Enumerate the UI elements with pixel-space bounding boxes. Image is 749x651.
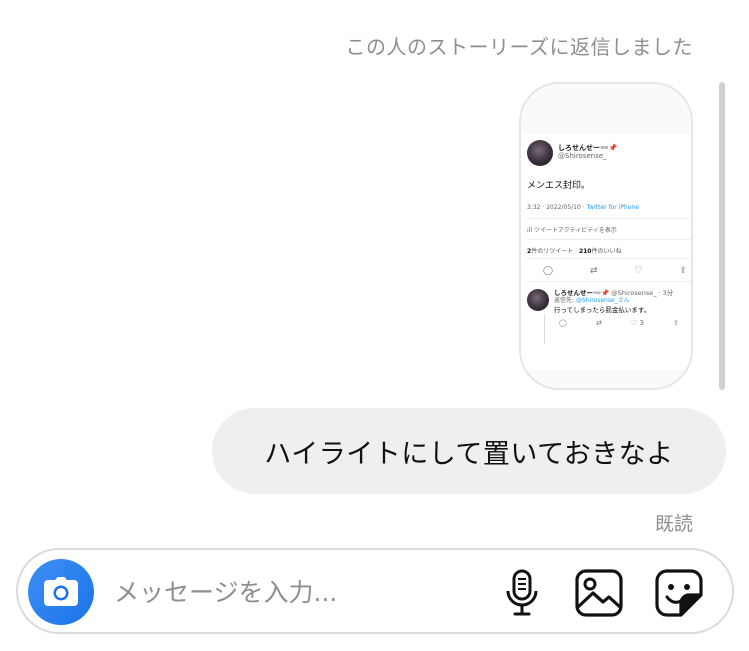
sticker-button[interactable] — [654, 568, 704, 618]
reply-icon: ◯ — [559, 318, 567, 327]
thread-line — [544, 314, 545, 344]
microphone-icon — [506, 569, 538, 616]
read-receipt: 既読 — [654, 513, 693, 535]
tweet-activity: ıll ツイートアクティビティを表示 — [527, 225, 617, 234]
divider — [527, 239, 691, 240]
reply-meta: @Shirosense_ · 3分 — [611, 289, 674, 297]
story-reply-caption: この人のストーリーズに返信しました — [345, 35, 693, 59]
scrollbar[interactable] — [719, 82, 725, 390]
share-icon: ⇪ — [679, 266, 687, 276]
voice-message-button[interactable] — [497, 568, 547, 618]
tweet-header: しろせんせー👓📌 @Shirosense_ — [527, 140, 617, 166]
avatar — [527, 289, 549, 311]
tweet-reply: しろせんせー👓📌 @Shirosense_ · 3分 返信先: @Shirose… — [527, 289, 689, 344]
heart-icon: ♡ — [634, 266, 643, 276]
retweet-icon: ⇄ — [595, 318, 602, 327]
image-icon — [575, 569, 623, 617]
like-label: 件のいいね — [591, 248, 622, 255]
message-text: ハイライトにして置いておきなよ — [264, 438, 674, 470]
tweet-client: Twitter for iPhone — [586, 204, 639, 211]
divider — [527, 258, 691, 259]
chart-icon: ıll — [527, 227, 533, 234]
reply-like-count: 3 — [639, 318, 644, 327]
share-icon: ⇪ — [673, 318, 679, 327]
reply-author-name: しろせんせー👓📌 — [554, 289, 610, 297]
tweet-time: 3:32 · 2022/05/10 · — [527, 204, 587, 211]
reply-text: 行ってしまったら罰金払います。 — [554, 305, 651, 314]
heart-icon: ♡ 3 — [631, 318, 644, 327]
tweet-stats: 2件のリツイート 210件のいいね — [527, 246, 621, 255]
retweet-label: 件のリツイート — [531, 248, 574, 255]
tweet-screenshot: しろせんせー👓📌 @Shirosense_ メンエス封印。 3:32 · 202… — [521, 134, 691, 370]
reply-actions: ◯ ⇄ ♡ 3 ⇪ — [559, 319, 679, 327]
tweet-text: メンエス封印。 — [527, 181, 591, 191]
avatar — [527, 140, 553, 166]
camera-icon — [44, 577, 78, 606]
reply-to: 返信先: @Shirosense_さん — [554, 297, 673, 305]
retweet-icon: ⇄ — [589, 266, 598, 276]
tweet-author-handle: @Shirosense_ — [558, 152, 607, 160]
story-preview-card[interactable]: しろせんせー👓📌 @Shirosense_ メンエス封印。 3:32 · 202… — [519, 82, 693, 390]
message-input[interactable] — [114, 574, 414, 610]
message-composer — [16, 548, 734, 634]
message-bubble[interactable]: ハイライトにして置いておきなよ — [212, 408, 726, 494]
divider — [527, 281, 691, 282]
camera-button[interactable] — [28, 559, 94, 625]
reply-to-handle: @Shirosense_さん — [575, 297, 630, 305]
like-count: 210 — [578, 248, 592, 255]
reply-author: しろせんせー👓📌 @Shirosense_ · 3分 — [554, 289, 673, 297]
tweet-actions: ◯ ⇄ ♡ ⇪ — [543, 266, 687, 276]
reply-icon: ◯ — [543, 266, 554, 276]
tweet-meta: 3:32 · 2022/05/10 · Twitter for iPhone — [527, 204, 639, 211]
sticker-icon — [655, 569, 703, 617]
reply-to-label: 返信先: — [554, 297, 576, 305]
tweet-activity-label: ツイートアクティビティを表示 — [533, 227, 617, 234]
divider — [527, 218, 691, 219]
gallery-button[interactable] — [574, 568, 624, 618]
